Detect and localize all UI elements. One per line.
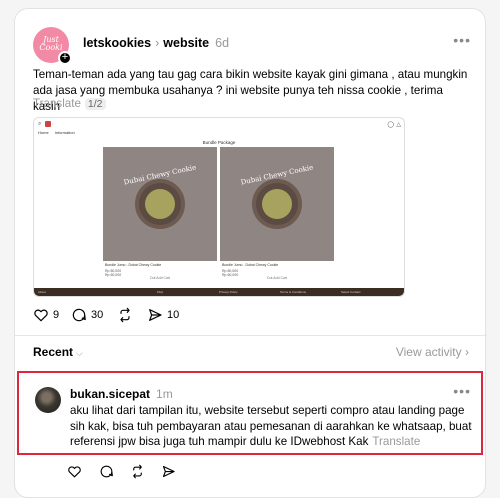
follow-plus-icon[interactable]: + [58,51,72,65]
product-add-button: Out Add Cart [149,276,171,280]
username-link[interactable]: bukan.sicepat [70,387,150,401]
search-icon: ⌕ [38,121,42,127]
repost-icon [120,307,130,323]
site-footer-item: About [38,290,46,294]
post-time: 6d [215,36,230,50]
reply-item: bukan.sicepat 1m ••• aku lihat dari tampi… [17,371,483,455]
site-nav-item: Home [38,130,49,135]
more-options-button[interactable]: ••• [453,32,471,48]
share-button[interactable] [161,461,176,481]
site-nav-item: Information [54,130,75,135]
site-nav: Home Information [38,130,81,135]
product-add-button: Out Add Cart [266,276,288,280]
post-image[interactable]: ⌕ ◯ △ Home Information Bundle Package Dub… [33,117,405,297]
translate-link[interactable]: Translate [33,97,81,110]
chevron-right-icon: › [465,345,469,359]
share-button[interactable]: 10 [147,305,179,325]
heart-icon [68,465,81,477]
user-icon: ◯ [387,122,394,128]
repost-button[interactable] [117,305,133,325]
translate-row: Translate 1/2 [33,97,106,110]
post-card: Just Cooki + letskookies › website 6d ••• T… [14,8,487,498]
like-count: 9 [53,309,60,321]
send-icon [149,309,162,321]
comment-button[interactable]: 30 [71,305,103,325]
post-header: letskookies › website 6d [83,36,229,50]
translate-link[interactable]: Translate [372,435,420,448]
like-button[interactable]: 9 [33,305,59,325]
comment-count: 30 [91,309,104,321]
site-footer: About FAQ Privacy Policy Terms & Conditi… [34,288,404,296]
product-image: Dubai Chewy Cookie [220,147,334,261]
reply-header: bukan.sicepat 1m [70,387,173,401]
community-link[interactable]: website [163,36,209,50]
recent-sort-dropdown[interactable]: Recent ⌵ [33,345,83,359]
cookie-image [145,189,175,219]
site-footer-item: Select Contact [341,290,361,294]
heart-icon [34,309,48,322]
comment-icon [100,465,113,477]
chevron-right-icon: › [155,36,160,50]
product-name: Bundle Jumo - Dubai Chewy Cookie [222,263,279,267]
like-button[interactable] [67,461,82,481]
product-image: Dubai Chewy Cookie [103,147,217,261]
chevron-down-icon: ⌵ [76,348,83,358]
view-activity-link[interactable]: View activity › [396,345,469,359]
site-section-title: Bundle Package [202,140,236,145]
share-count: 10 [167,309,180,321]
view-activity-label: View activity [395,345,462,359]
avatar[interactable] [35,387,61,413]
more-options-button[interactable]: ••• [453,383,471,399]
site-footer-item: Privacy Policy [219,290,238,294]
cookie-image [262,189,292,219]
username-link[interactable]: letskookies [83,36,151,50]
media-pager: 1/2 [84,98,106,110]
comment-icon [72,308,86,322]
repost-icon [133,464,142,478]
recent-label: Recent [33,345,74,359]
reply-body: aku lihat dari tampilan itu, website ter… [70,403,480,450]
reply-time: 1m [156,387,173,401]
product-card: Dubai Chewy Cookie Bundle Jumo - Dubai C… [103,147,217,283]
divider [15,335,487,336]
cart-icon: △ [396,122,401,128]
product-name: Bundle Jumo - Dubai Chewy Cookie [105,263,162,267]
avatar-logo: Just Cooki [39,35,63,52]
comment-button[interactable] [99,461,114,481]
send-icon [162,465,175,477]
site-footer-item: Terms & Conditions [280,290,307,294]
site-topbar: ⌕ ◯ △ [34,118,404,132]
product-card: Dubai Chewy Cookie Bundle Jumo - Dubai C… [220,147,334,283]
repost-button[interactable] [130,461,145,481]
site-footer-item: FAQ [157,290,164,294]
site-logo-icon [45,121,51,127]
